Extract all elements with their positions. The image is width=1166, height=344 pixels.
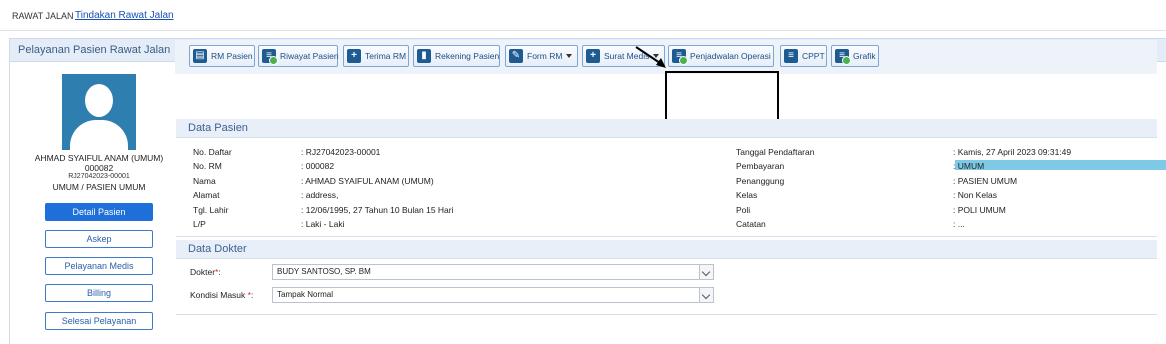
pembayaran-highlight bbox=[955, 160, 1166, 170]
dokter-label-text: Dokter bbox=[190, 267, 216, 277]
field-value: : 12/06/1995, 27 Tahun 10 Bulan 15 Hari bbox=[301, 205, 454, 215]
caret-down-icon bbox=[566, 54, 572, 58]
field-label: Tgl. Lahir bbox=[193, 205, 229, 215]
cppt-button[interactable]: ≡ CPPT bbox=[780, 45, 827, 67]
dokter-select-value: BUDY SANTOSO, SP. BM bbox=[277, 267, 371, 276]
data-pasien-header: Data Pasien bbox=[176, 119, 1157, 138]
billing-button[interactable]: Billing bbox=[45, 284, 153, 302]
panel-title: Pelayanan Pasien Rawat Jalan bbox=[18, 44, 171, 56]
patient-avatar bbox=[62, 74, 136, 150]
medical-letter-icon: + bbox=[586, 49, 600, 63]
field-value: : POLI UMUM bbox=[953, 205, 1006, 215]
selesai-pelayanan-button[interactable]: Selesai Pelayanan bbox=[45, 312, 153, 330]
terima-rm-label: Terima RM bbox=[365, 51, 407, 61]
patient-registration-number: RJ27042023-00001 bbox=[68, 173, 130, 180]
patient-group: UMUM / PASIEN UMUM bbox=[52, 182, 146, 192]
field-label: Penanggung bbox=[736, 176, 785, 186]
field-label: L/P bbox=[193, 219, 206, 229]
patient-name: AHMAD SYAIFUL ANAM (UMUM) bbox=[34, 153, 164, 163]
detail-pasien-button[interactable]: Detail Pasien bbox=[45, 203, 153, 221]
rm-pasien-label: RM Pasien bbox=[211, 51, 253, 61]
penjadwalan-operasi-label: Penjadwalan Operasi bbox=[690, 51, 771, 61]
breadcrumb-root: RAWAT JALAN bbox=[12, 11, 74, 21]
avatar-head-icon bbox=[85, 84, 113, 117]
form-edit-icon: ✎ bbox=[509, 49, 523, 63]
field-value: : 000082 bbox=[301, 161, 335, 171]
askep-button[interactable]: Askep bbox=[45, 230, 153, 248]
history-doc-icon: ≡ bbox=[262, 49, 278, 65]
field-label: No. Daftar bbox=[193, 147, 232, 157]
dokter-label: Dokter*: bbox=[190, 267, 221, 277]
field-value: : ... bbox=[953, 219, 965, 229]
clipboard-icon: ▤ bbox=[193, 49, 207, 63]
field-value: : AHMAD SYAIFUL ANAM (UMUM) bbox=[301, 176, 434, 186]
chart-doc-icon: ≡ bbox=[835, 49, 851, 65]
breadcrumb-current-link[interactable]: Tindakan Rawat Jalan bbox=[75, 10, 174, 21]
rekening-pasien-label: Rekening Pasien bbox=[435, 51, 500, 61]
pelayanan-medis-button[interactable]: Pelayanan Medis bbox=[45, 257, 153, 275]
kondisi-masuk-select[interactable]: Tampak Normal bbox=[272, 287, 714, 303]
plus-icon: + bbox=[347, 49, 361, 63]
data-pasien-title: Data Pasien bbox=[188, 122, 248, 134]
field-label: Kelas bbox=[736, 190, 758, 200]
colon: : bbox=[250, 290, 254, 300]
top-breadcrumb-bar: RAWAT JALAN Tindakan Rawat Jalan bbox=[0, 0, 1166, 31]
field-label: Alamat bbox=[193, 190, 220, 200]
chevron-down-icon[interactable] bbox=[699, 265, 713, 279]
colon: : bbox=[218, 267, 221, 277]
schedule-doc-icon: ≡ bbox=[672, 49, 688, 65]
field-value: : UMUM bbox=[953, 161, 985, 171]
field-label: Tanggal Pendaftaran bbox=[736, 147, 815, 157]
field-value: : Kamis, 27 April 2023 09:31:49 bbox=[953, 147, 1072, 157]
field-value: : address, bbox=[301, 190, 339, 200]
data-dokter-title: Data Dokter bbox=[188, 243, 247, 255]
field-value: : Non Kelas bbox=[953, 190, 997, 200]
grafik-label: Grafik bbox=[853, 51, 876, 61]
cppt-label: CPPT bbox=[802, 51, 825, 61]
form-rm-dropdown[interactable]: ✎ Form RM bbox=[505, 45, 578, 67]
kondisi-select-value: Tampak Normal bbox=[277, 290, 334, 299]
field-label: Pembayaran bbox=[736, 161, 785, 171]
data-pasien-body: No. Daftar : RJ27042023-00001 No. RM : 0… bbox=[176, 138, 1166, 237]
form-rm-label: Form RM bbox=[527, 51, 563, 61]
annotation-arrow-icon bbox=[635, 46, 666, 68]
terima-rm-button[interactable]: + Terima RM bbox=[343, 45, 409, 67]
rm-pasien-button[interactable]: ▤ RM Pasien bbox=[189, 45, 255, 67]
field-label: Nama bbox=[193, 176, 216, 186]
annotation-highlight-box bbox=[665, 71, 779, 123]
data-dokter-body: Dokter*: BUDY SANTOSO, SP. BM Kondisi Ma… bbox=[176, 259, 1157, 315]
field-value: : PASIEN UMUM bbox=[953, 176, 1018, 186]
field-value: : Laki - Laki bbox=[301, 219, 345, 229]
account-icon: ▮ bbox=[417, 49, 431, 63]
avatar-body-icon bbox=[70, 120, 128, 150]
notes-icon: ≡ bbox=[784, 49, 798, 63]
field-label: Poli bbox=[736, 205, 751, 215]
field-value: : RJ27042023-00001 bbox=[301, 147, 381, 157]
kondisi-label-text: Kondisi Masuk bbox=[190, 290, 248, 300]
patient-rm-number: 000082 bbox=[84, 163, 114, 173]
grafik-button[interactable]: ≡ Grafik bbox=[831, 45, 879, 67]
penjadwalan-operasi-button[interactable]: ≡ Penjadwalan Operasi bbox=[668, 45, 774, 67]
dokter-select[interactable]: BUDY SANTOSO, SP. BM bbox=[272, 264, 714, 280]
field-label: No. RM bbox=[193, 161, 222, 171]
chevron-down-icon[interactable] bbox=[699, 288, 713, 302]
riwayat-pasien-label: Riwayat Pasien bbox=[280, 51, 339, 61]
data-dokter-header: Data Dokter bbox=[176, 240, 1157, 259]
riwayat-pasien-button[interactable]: ≡ Riwayat Pasien bbox=[258, 45, 339, 67]
rekening-pasien-button[interactable]: ▮ Rekening Pasien bbox=[413, 45, 500, 67]
field-label: Catatan bbox=[736, 219, 766, 229]
kondisi-masuk-label: Kondisi Masuk *: bbox=[190, 290, 253, 300]
